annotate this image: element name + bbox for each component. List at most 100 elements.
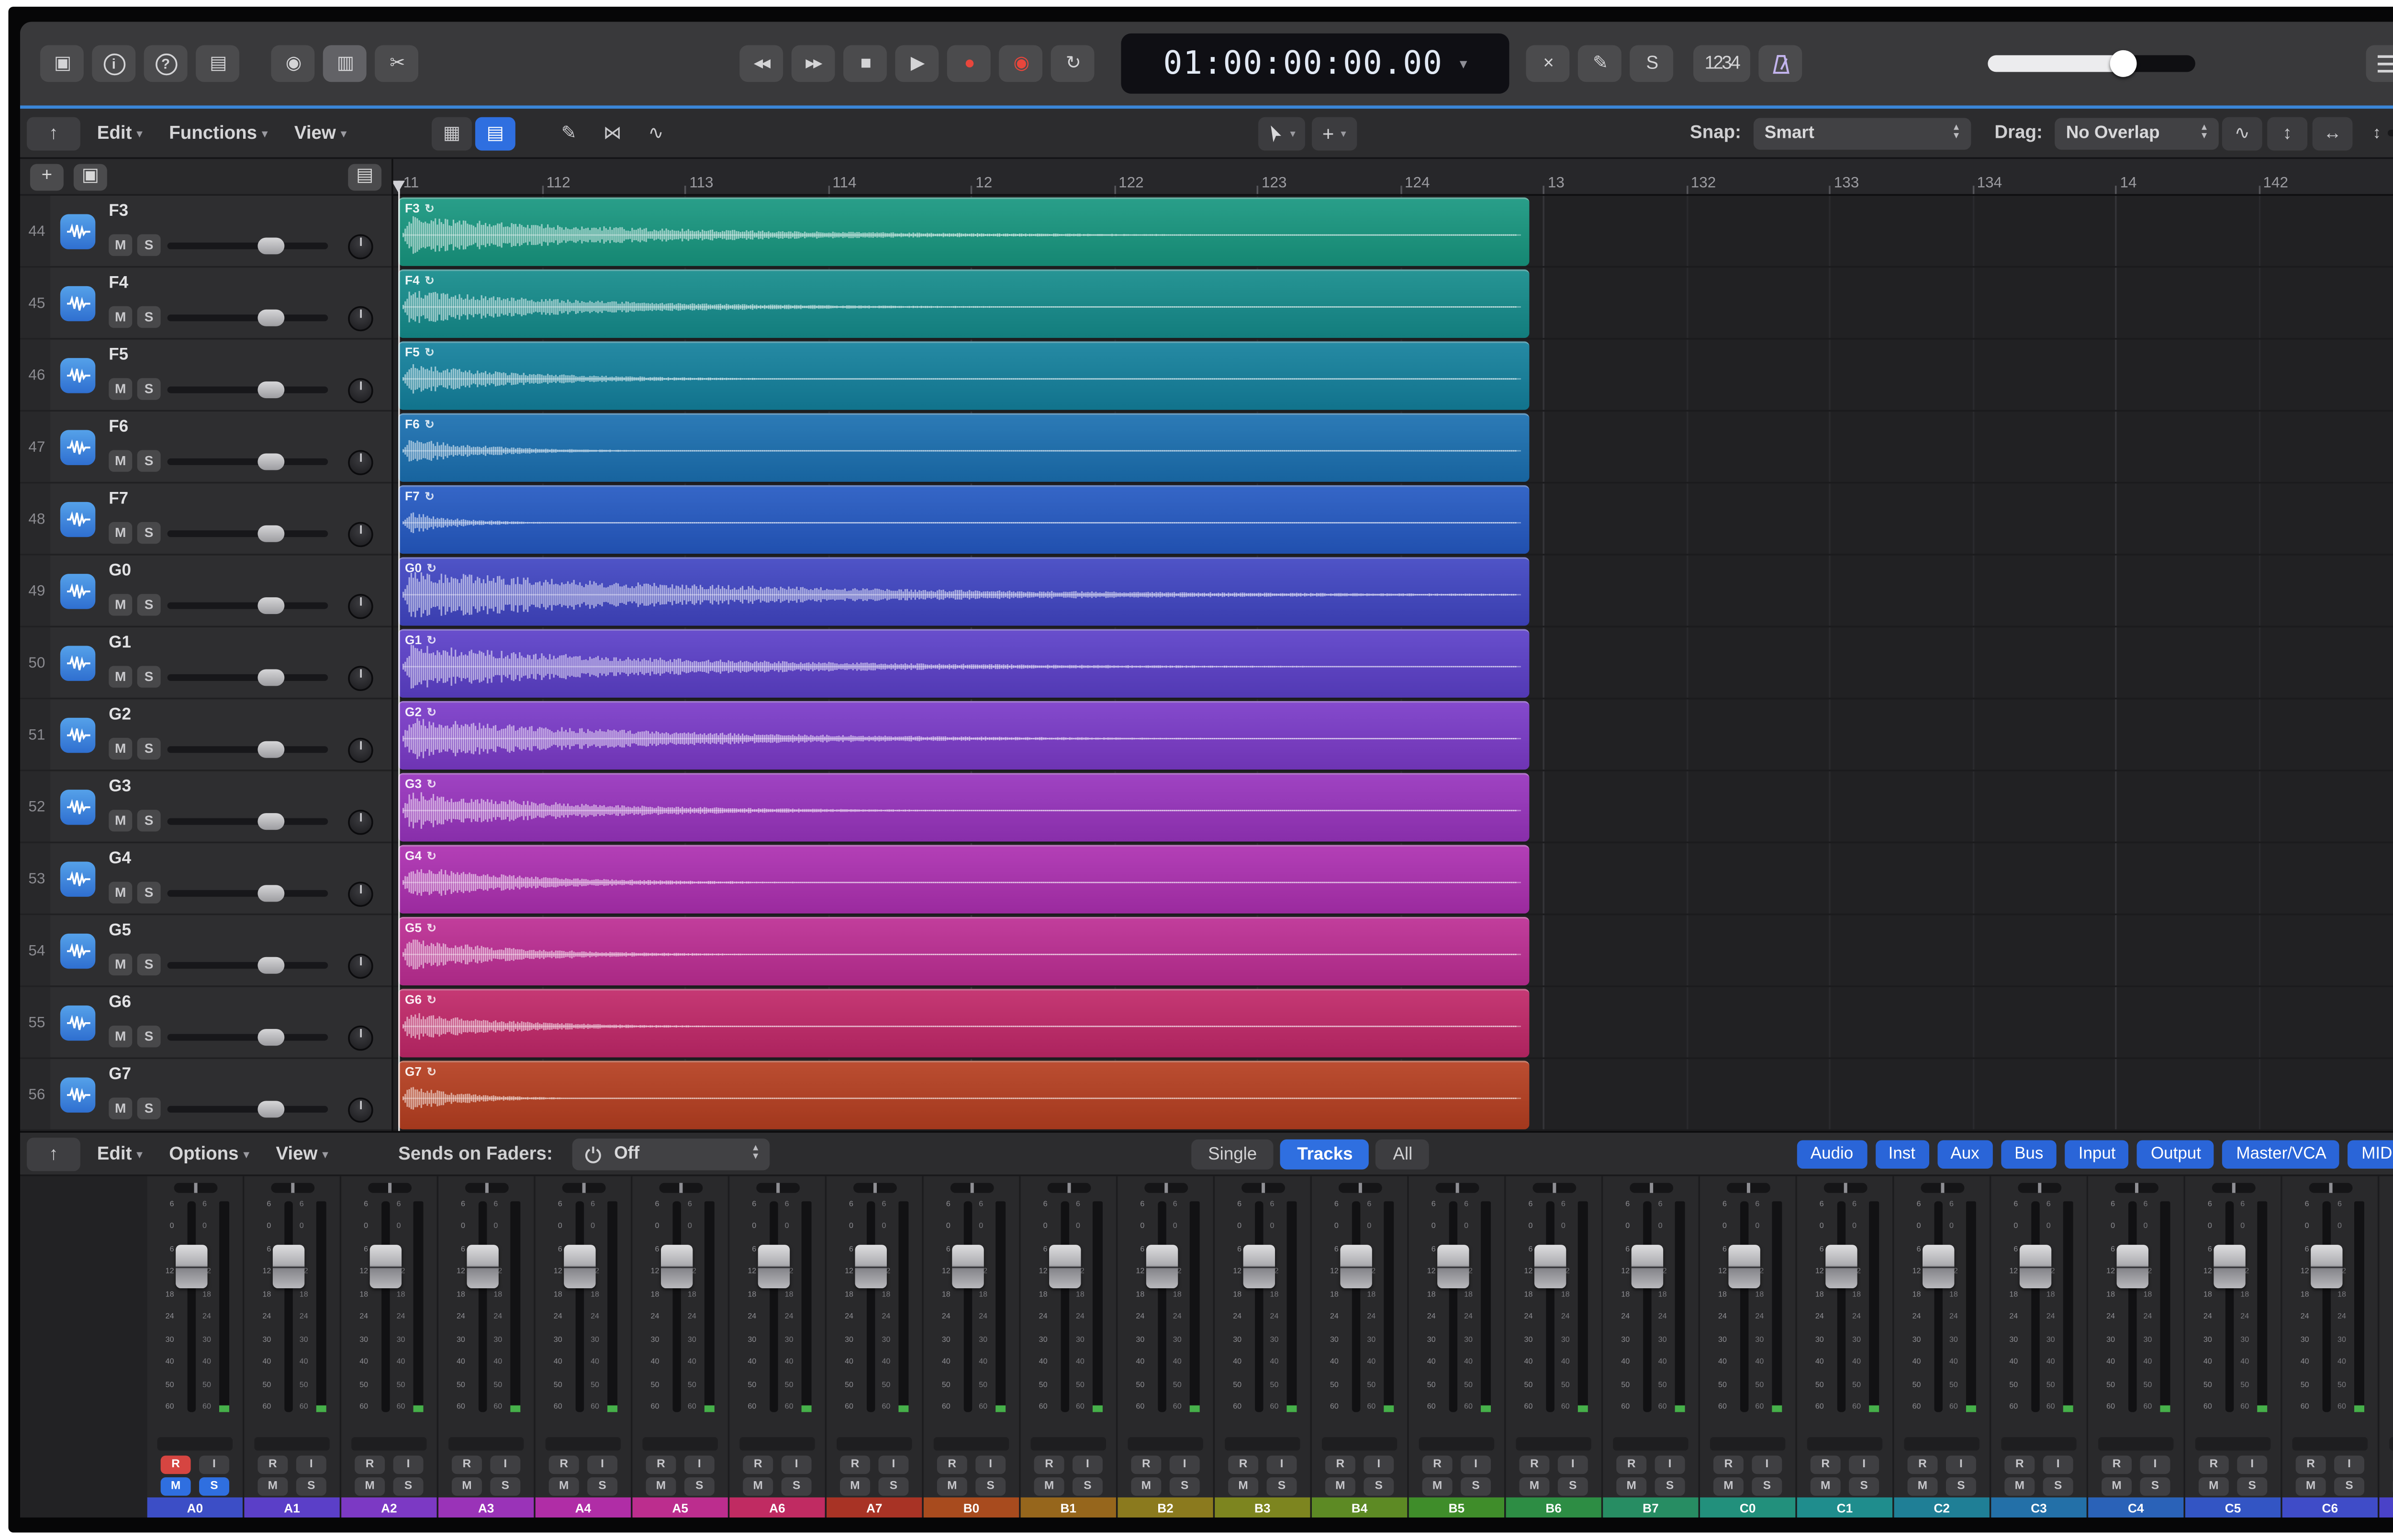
play-button[interactable]: ▶ (895, 45, 939, 82)
stop-button[interactable]: ■ (843, 45, 887, 82)
channel-strip-b2[interactable]: 6061218243040506060612182430405060RIMSB2 (1118, 1176, 1215, 1518)
channel-fader[interactable] (855, 1245, 887, 1288)
channel-strip-a4[interactable]: 6061218243040506060612182430405060RIMSA4 (536, 1176, 633, 1518)
pan-control[interactable] (1726, 1183, 1769, 1193)
filter-input[interactable]: Input (2065, 1139, 2129, 1168)
autopunch-button[interactable]: ✎ (1578, 45, 1621, 82)
pan-knob[interactable] (348, 954, 373, 979)
channel-fader[interactable] (1825, 1245, 1857, 1288)
record-arm-button[interactable]: R (2004, 1456, 2035, 1474)
track-header-config-button[interactable]: ▤ (348, 163, 381, 190)
record-arm-button[interactable]: R (1713, 1456, 1744, 1474)
mute-button[interactable]: M (109, 810, 132, 831)
mute-button[interactable]: M (2102, 1477, 2132, 1495)
input-monitor-button[interactable]: I (1946, 1456, 1976, 1474)
solo-button[interactable]: S (2334, 1477, 2364, 1495)
region-f7[interactable]: F7↻ (398, 485, 1529, 554)
pan-control[interactable] (561, 1183, 605, 1193)
pan-control[interactable] (1144, 1183, 1187, 1193)
solo-button[interactable]: S (393, 1477, 424, 1495)
pan-control[interactable] (1435, 1183, 1478, 1193)
region-g3[interactable]: G3↻ (398, 773, 1529, 841)
channel-strip-a0[interactable]: 6061218243040506060612182430405060RIMSA0 (147, 1176, 245, 1518)
pan-control[interactable] (367, 1183, 411, 1193)
pan-control[interactable] (1047, 1183, 1090, 1193)
solo-button[interactable]: S (137, 522, 161, 544)
input-monitor-button[interactable]: I (2237, 1456, 2267, 1474)
slider-thumb[interactable] (257, 1029, 284, 1046)
channel-strip-b0[interactable]: 6061218243040506060612182430405060RIMSB0 (924, 1176, 1021, 1518)
record-arm-button[interactable]: R (1131, 1456, 1161, 1474)
horizontal-auto-zoom-icon[interactable]: ↔ (2313, 116, 2353, 150)
channel-fader[interactable] (564, 1245, 595, 1288)
channel-fader[interactable] (1243, 1245, 1275, 1288)
track-volume-slider[interactable] (168, 453, 328, 470)
menu-view[interactable]: View▾ (294, 123, 347, 143)
bar-ruler[interactable]: 1111211311412122123124131321331341414214… (393, 159, 2393, 196)
channel-fader[interactable] (273, 1245, 304, 1288)
filter-inst[interactable]: Inst (1875, 1139, 1929, 1168)
region-f3[interactable]: F3↻ (398, 198, 1529, 266)
pan-control[interactable] (1920, 1183, 1964, 1193)
solo-button[interactable]: S (782, 1477, 812, 1495)
record-arm-button[interactable]: R (355, 1456, 385, 1474)
library-icon[interactable]: ▣ (40, 45, 84, 82)
record-arm-button[interactable]: R (840, 1456, 870, 1474)
region-g4[interactable]: G4↻ (398, 845, 1529, 914)
input-monitor-button[interactable]: I (490, 1456, 520, 1474)
channel-strip-a2[interactable]: 6061218243040506060612182430405060RIMSA2 (341, 1176, 438, 1518)
cycle-button[interactable]: ↻ (1051, 45, 1095, 82)
toolbar-icon[interactable]: ▤ (196, 45, 239, 82)
solo-button[interactable]: S (137, 234, 161, 256)
pan-control[interactable] (2211, 1183, 2255, 1193)
input-monitor-button[interactable]: I (782, 1456, 812, 1474)
scope-all[interactable]: All (1376, 1138, 1429, 1169)
mute-button[interactable]: M (1713, 1477, 1744, 1495)
mute-button[interactable]: M (646, 1477, 676, 1495)
show-parent-button[interactable]: ↑ (27, 116, 80, 150)
track-volume-slider[interactable] (168, 237, 328, 254)
channel-strip-c3[interactable]: 6061218243040506060612182430405060RIMSC3 (1991, 1176, 2088, 1518)
channel-strip-b5[interactable]: 6061218243040506060612182430405060RIMSB5 (1409, 1176, 1506, 1518)
track-row-45[interactable]: 45F4MS (20, 268, 391, 339)
pan-control[interactable] (464, 1183, 508, 1193)
slider-thumb[interactable] (257, 597, 284, 614)
drag-dropdown[interactable]: No Overlap ▴▾ (2054, 117, 2218, 149)
pan-control[interactable] (2017, 1183, 2061, 1193)
solo-button[interactable]: S (1655, 1477, 1685, 1495)
track-volume-slider[interactable] (168, 310, 328, 326)
input-monitor-button[interactable]: I (1364, 1456, 1394, 1474)
mute-button[interactable]: M (2004, 1477, 2035, 1495)
list-editors-icon[interactable] (2366, 45, 2393, 82)
input-monitor-button[interactable]: I (975, 1456, 1006, 1474)
region-f5[interactable]: F5↻ (398, 341, 1529, 410)
add-track-button[interactable]: + (30, 163, 64, 190)
track-row-48[interactable]: 48F7MS (20, 483, 391, 555)
record-arm-button[interactable]: R (2102, 1456, 2132, 1474)
mute-button[interactable]: M (1325, 1477, 1355, 1495)
channel-strip-a5[interactable]: 6061218243040506060612182430405060RIMSA5 (633, 1176, 730, 1518)
mute-button[interactable]: M (109, 378, 132, 400)
pan-control[interactable] (1532, 1183, 1576, 1193)
channel-strip-b7[interactable]: 6061218243040506060612182430405060RIMSB7 (1603, 1176, 1700, 1518)
solo-button[interactable]: S (199, 1477, 229, 1495)
editors-icon[interactable]: ✂ (375, 45, 418, 82)
pan-control[interactable] (1629, 1183, 1672, 1193)
pan-control[interactable] (173, 1183, 217, 1193)
track-row-53[interactable]: 53G4MS (20, 843, 391, 915)
solo-button[interactable]: S (878, 1477, 908, 1495)
mute-button[interactable]: M (1422, 1477, 1453, 1495)
solo-button[interactable]: S (1849, 1477, 1879, 1495)
pan-knob[interactable] (348, 1026, 373, 1050)
mute-button[interactable]: M (257, 1477, 288, 1495)
solo-button[interactable]: S (1073, 1477, 1103, 1495)
input-monitor-button[interactable]: I (199, 1456, 229, 1474)
track-volume-slider[interactable] (168, 381, 328, 398)
track-row-46[interactable]: 46F5MS (20, 340, 391, 412)
pan-knob[interactable] (348, 1097, 373, 1122)
solo-button[interactable]: S (1752, 1477, 1782, 1495)
plus-tool-button[interactable]: +▾ (1312, 116, 1356, 150)
scope-tracks[interactable]: Tracks (1280, 1138, 1369, 1169)
channel-strip-a7[interactable]: 6061218243040506060612182430405060RIMSA7 (827, 1176, 924, 1518)
lanes[interactable]: F3↻F4↻F5↻F6↻F7↻G0↻G1↻G2↻G3↻G4↻G5↻G6↻G7↻ (393, 196, 2393, 1131)
